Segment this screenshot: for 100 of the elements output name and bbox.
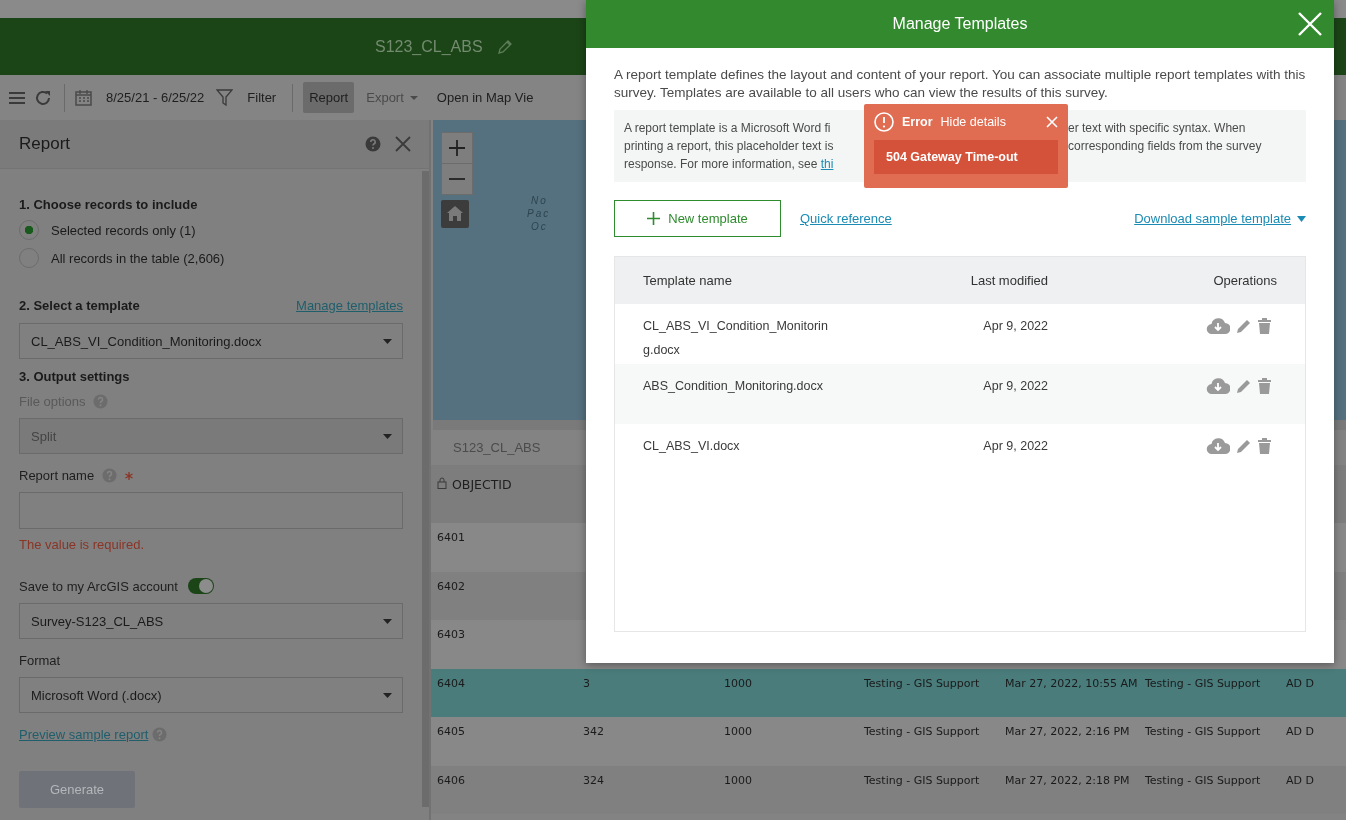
intro-text: A report template defines the layout and content of your report. You can associate multiple report templates with this survey. Templates are available to all users who can view the results of this survey. — [614, 66, 1306, 102]
new-template-button[interactable]: New template — [614, 200, 781, 237]
info-text: response. For more information, see thi — [624, 156, 835, 173]
refresh-icon[interactable] — [34, 88, 52, 107]
error-detail: 504 Gateway Time-out — [874, 140, 1058, 174]
column-header: Last modified — [969, 271, 1048, 290]
table-cell-text: 1000 — [724, 675, 753, 692]
folder-select[interactable]: Survey-S123_CL_ABS — [19, 603, 403, 639]
field-label: Save to my ArcGIS account — [19, 578, 178, 594]
table-cell-text: Testing - GIS Support — [864, 724, 981, 740]
field-label: Report name — [19, 468, 95, 483]
toggle-switch[interactable] — [187, 578, 214, 594]
info-link[interactable]: thi — [820, 157, 834, 171]
pencil-icon[interactable] — [1236, 318, 1252, 334]
download-sample-link[interactable]: Download sample template — [1134, 211, 1306, 226]
column-header: OBJECTID — [452, 477, 512, 492]
validation-error: The value is required. — [19, 537, 145, 552]
help-icon[interactable] — [365, 136, 381, 152]
table-cell-text: AD D — [1286, 675, 1315, 692]
table-cell-text: Testing - GIS Support — [1145, 675, 1262, 692]
radio-label: Selected records only (1) — [51, 222, 196, 238]
radio-button[interactable] — [19, 220, 39, 240]
table-cell-text: 3 — [583, 675, 591, 692]
table-cell-text: Testing - GIS Support — [1145, 772, 1262, 789]
home-icon[interactable] — [441, 200, 469, 228]
modified-date: Apr 9, 2022 — [982, 438, 1048, 455]
table-cell-text: 1000 — [724, 724, 753, 740]
alert-icon — [874, 112, 894, 132]
quick-reference-link[interactable]: Quick reference — [800, 211, 892, 226]
template-name: CL_ABS_VI.docx — [643, 438, 741, 455]
column-header: Operations — [1212, 271, 1278, 290]
section-heading: 2. Select a template — [19, 298, 140, 313]
table-cell-text: Testing - GIS Support — [864, 675, 981, 692]
column-header: Template name — [643, 271, 733, 290]
pencil-icon[interactable] — [496, 38, 513, 55]
template-select[interactable]: CL_ABS_VI_Condition_Monitoring.docx — [19, 323, 403, 359]
caret-icon — [408, 94, 419, 101]
format-select[interactable]: Microsoft Word (.docx) — [19, 677, 403, 713]
toolbar-button[interactable]: Report — [303, 82, 355, 113]
radio-label: All records in the table (2,606) — [51, 250, 225, 266]
table-cell-text: 342 — [583, 724, 605, 740]
menu-icon[interactable] — [8, 90, 26, 105]
caret-icon — [1297, 215, 1306, 222]
table-cell-text: 6401 — [437, 530, 466, 546]
modified-date: Apr 9, 2022 — [982, 378, 1048, 395]
info-text: A report template is a Microsoft Word fi — [624, 120, 832, 137]
template-name: CL_ABS_VI_Condition_Monitoring.docx — [643, 318, 829, 359]
caret-icon — [383, 433, 392, 439]
table-cell-text: Mar 27, 2022, 2:16 PM — [1005, 724, 1131, 740]
lock-icon — [437, 477, 447, 489]
close-icon[interactable] — [395, 136, 411, 152]
trash-icon[interactable] — [1258, 378, 1271, 394]
table-cell-text: Testing - GIS Support — [864, 772, 981, 789]
table-cell-text: 6404 — [437, 675, 466, 692]
section-heading: 1. Choose records to include — [19, 197, 199, 212]
caret-icon — [383, 692, 392, 698]
help-icon[interactable] — [102, 468, 118, 483]
error-title: Error — [902, 115, 933, 129]
table-row[interactable]: 6405 342 1000 Testing - GIS Support Mar 27, 2022, 2:16 PM Testing - GIS Support AD D — [431, 717, 1346, 766]
toolbar-button[interactable]: Open in Map Vie — [430, 82, 540, 113]
table-cell-text: Testing - GIS Support — [1145, 724, 1262, 740]
table-cell-text: AD D — [1286, 772, 1315, 789]
table-cell-text: 6403 — [437, 627, 466, 643]
date-range-button[interactable]: 8/25/21 - 6/25/22 — [100, 82, 211, 113]
section-heading: 3. Output settings — [19, 369, 131, 384]
plus-icon — [647, 212, 661, 225]
info-text: corresponding fields from the survey — [1068, 138, 1263, 155]
template-name: ABS_Condition_Monitoring.docx — [643, 378, 824, 395]
panel-title: Report — [19, 134, 72, 154]
trash-icon[interactable] — [1258, 438, 1271, 454]
table-cell-text: Mar 27, 2022, 10:55 AM — [1005, 675, 1139, 692]
filter-button[interactable]: Filter — [241, 82, 283, 113]
calendar-icon[interactable] — [75, 89, 92, 106]
cloud-download-icon[interactable] — [1206, 378, 1230, 394]
info-text: er text with specific syntax. When — [1068, 120, 1247, 137]
dialog-title: Manage Templates — [892, 15, 1028, 33]
field-label: Format — [19, 653, 61, 668]
table-cell-text: 6402 — [437, 578, 466, 595]
caret-icon — [383, 618, 392, 624]
table-cell-text: 6405 — [437, 724, 466, 740]
table-cell-text: Mar 27, 2022, 2:18 PM — [1005, 772, 1131, 789]
caret-icon — [383, 338, 392, 344]
modified-date: Apr 9, 2022 — [982, 318, 1048, 335]
table-tab[interactable]: S123_CL_ABS — [453, 440, 541, 455]
table-row[interactable]: 6404 3 1000 Testing - GIS Support Mar 27, 2022, 10:55 AM Testing - GIS Support AD D — [431, 668, 1346, 717]
info-text: printing a report, this placeholder text is — [624, 138, 835, 155]
cloud-download-icon[interactable] — [1206, 318, 1230, 334]
export-dropdown[interactable]: Export — [360, 82, 425, 113]
survey-title: S123_CL_ABS — [375, 37, 483, 56]
help-icon[interactable] — [152, 727, 168, 742]
filter-icon[interactable] — [216, 88, 234, 107]
cloud-download-icon[interactable] — [1206, 438, 1230, 454]
pencil-icon[interactable] — [1236, 438, 1252, 454]
pencil-icon[interactable] — [1236, 378, 1252, 394]
table-cell-text: 324 — [583, 772, 605, 789]
hide-details-link[interactable]: Hide details — [940, 115, 1038, 129]
trash-icon[interactable] — [1258, 318, 1271, 334]
help-icon[interactable] — [93, 394, 109, 409]
table-cell-text: 6406 — [437, 772, 466, 789]
table-cell-text: AD D — [1286, 724, 1315, 740]
